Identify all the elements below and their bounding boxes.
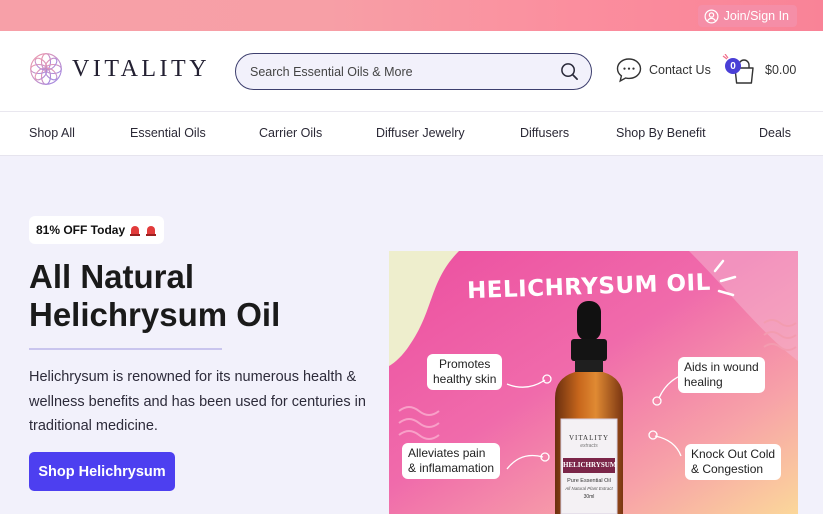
callout-line: Knock Out Cold [691,447,776,461]
shop-helichrysum-button[interactable]: Shop Helichrysum [29,452,175,491]
hero-title-line-1: All Natural [29,258,195,295]
bottle-volume: 30ml [583,494,595,500]
discount-badge: 81% OFF Today [29,216,165,244]
contact-us-label: Contact Us [649,63,711,77]
hero-title-line-2: Helichrysum Oil [29,296,281,333]
callout-line: healthy skin [433,372,497,386]
contact-us-link[interactable]: Contact Us [615,56,711,84]
nav-item-shop-all[interactable]: Shop All [29,126,75,140]
lotus-logo-icon [30,53,62,85]
nav-item-diffusers[interactable]: Diffusers [520,126,569,140]
search-icon[interactable] [560,62,579,81]
bottle-type: Pure Essential Oil [567,478,611,484]
nav-item-deals[interactable]: Deals [759,126,791,140]
callout-line: Aids in wound [684,360,759,374]
callout-promotes-healthy-skin: Promotes healthy skin [427,354,503,390]
join-sign-in-label: Join/Sign In [723,9,789,23]
bottle-brand: VITALITY [568,434,610,442]
bottle-brand-sub: extracts [580,443,598,449]
callout-knock-out-cold: Knock Out Cold & Congestion [685,444,782,480]
discount-badge-text: 81% OFF Today [36,223,126,237]
title-divider [29,348,222,350]
hero-section: 81% OFF Today All Natural Helichrysum Oi… [0,157,823,514]
hero-description: Helichrysum is renowned for its numerous… [29,369,366,434]
callout-line: & Congestion [691,462,764,476]
search-bar[interactable] [235,53,592,90]
site-logo[interactable]: VITALITY [28,51,210,87]
cart-button[interactable]: 0 $0.00 [722,53,797,86]
join-sign-in-button[interactable]: Join/Sign In [697,5,797,27]
callout-alleviates-pain: Alleviates pain & inflamamation [402,443,501,479]
callout-line: healing [684,375,723,389]
product-image: VITALITY extracts HELICHRYSUM Pure Essen… [389,251,798,514]
nav-item-shop-by-benefit[interactable]: Shop By Benefit [616,126,706,140]
callout-line: Alleviates pain [408,446,486,460]
callout-line: & inflamamation [408,461,495,475]
nav-item-carrier-oils[interactable]: Carrier Oils [259,126,322,140]
logo-text: VITALITY [72,55,211,82]
chat-bubble-icon [616,58,642,83]
nav-item-diffuser-jewelry[interactable]: Diffuser Jewelry [376,126,465,140]
bottle-note: All Natural Plant Extract [565,486,613,491]
main-navigation: Shop All Essential Oils Carrier Oils Dif… [0,112,823,156]
top-promo-bar: Join/Sign In [0,0,823,31]
search-input[interactable] [250,64,560,79]
bottle-label: HELICHRYSUM [563,461,617,469]
cart-total: $0.00 [765,63,797,77]
nav-item-essential-oils[interactable]: Essential Oils [130,126,206,140]
callout-aids-in-wound-healing: Aids in wound healing [678,357,765,393]
user-circle-icon [704,9,719,23]
siren-icon [146,225,157,236]
callout-line: Promotes [439,357,491,371]
hero-title: All Natural Helichrysum Oil [29,258,389,334]
cart-icon-wrap: 0 [722,53,758,86]
site-header: VITALITY Contact Us 0 $0.00 [0,31,823,112]
cart-count-badge: 0 [725,58,741,74]
siren-icon [130,225,141,236]
